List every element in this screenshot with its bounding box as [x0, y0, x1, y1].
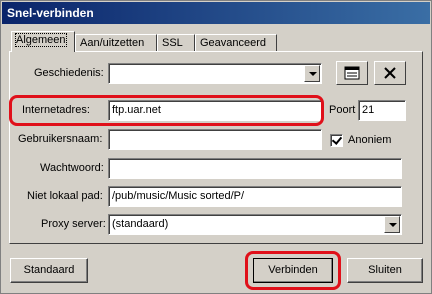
password-input[interactable]	[108, 158, 402, 179]
history-combobox[interactable]	[108, 63, 322, 84]
tab-aan-uitzetten[interactable]: Aan/uitzetten	[75, 34, 157, 52]
close-button-label: Sluiten	[368, 264, 402, 276]
port-input[interactable]: 21	[358, 100, 406, 121]
connect-button-label: Verbinden	[268, 264, 318, 276]
proxy-label: Proxy server:	[41, 218, 106, 230]
remote-path-input[interactable]: /pub/music/Music sorted/P/	[108, 186, 402, 207]
close-button[interactable]: Sluiten	[347, 258, 423, 283]
tab-label: SSL	[162, 37, 183, 49]
tab-label: Aan/uitzetten	[80, 37, 145, 49]
address-book-icon	[344, 66, 360, 80]
tab-ssl[interactable]: SSL	[157, 34, 195, 52]
anonymous-label[interactable]: Anoniem	[348, 134, 391, 146]
history-label: Geschiedenis:	[34, 67, 104, 79]
address-label: Internetadres:	[22, 104, 90, 116]
tab-algemeen[interactable]: Algemeen	[11, 31, 75, 52]
username-label: Gebruikersnaam:	[18, 133, 103, 145]
port-label: Poort	[329, 104, 356, 116]
title-bar[interactable]: Snel-verbinden	[2, 2, 430, 24]
delete-history-button[interactable]	[374, 61, 406, 85]
remote-path-value: /pub/music/Music sorted/P/	[112, 190, 245, 202]
bookmarks-button[interactable]	[336, 61, 368, 85]
proxy-dropdown-button[interactable]	[384, 216, 400, 233]
window-title: Snel-verbinden	[7, 6, 94, 20]
history-dropdown-button[interactable]	[304, 65, 320, 82]
tab-label: Geavanceerd	[200, 37, 267, 49]
default-button[interactable]: Standaard	[10, 258, 88, 283]
anonymous-checkbox[interactable]	[330, 134, 343, 147]
remote-path-label: Niet lokaal pad:	[27, 190, 103, 202]
default-button-label: Standaard	[23, 264, 75, 276]
port-value: 21	[362, 104, 375, 116]
proxy-value: (standaard)	[112, 218, 169, 230]
username-input[interactable]	[108, 129, 322, 150]
address-value: ftp.uar.net	[112, 104, 161, 116]
connect-button[interactable]: Verbinden	[253, 258, 333, 283]
password-label: Wachtwoord:	[40, 162, 104, 174]
address-input[interactable]: ftp.uar.net	[108, 100, 322, 121]
tab-geavanceerd[interactable]: Geavanceerd	[195, 34, 277, 52]
tab-label: Algemeen	[15, 33, 67, 47]
quick-connect-dialog: Snel-verbinden Algemeen Aan/uitzetten SS…	[0, 0, 432, 294]
delete-x-icon	[384, 67, 396, 79]
proxy-combobox[interactable]: (standaard)	[108, 214, 402, 235]
